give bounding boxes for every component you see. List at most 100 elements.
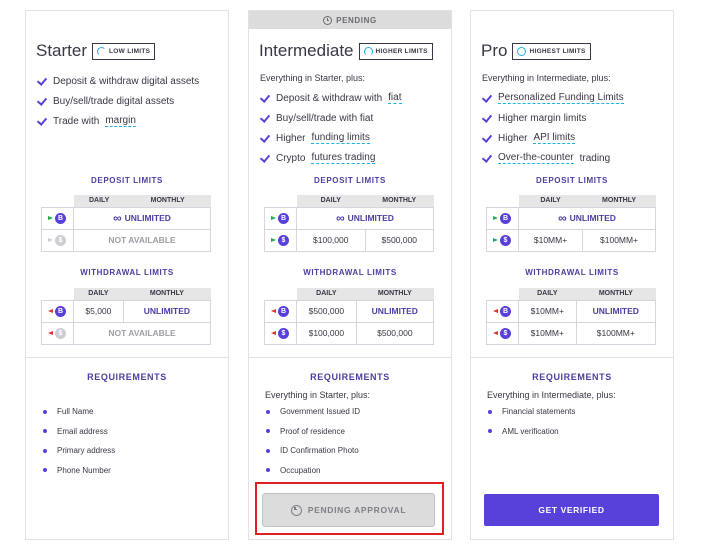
- bitcoin-icon: B: [270, 212, 291, 224]
- feature-item: Buy/sell/trade with fiat: [260, 108, 402, 128]
- table-row: $ $10MM+ $100MM+: [486, 228, 656, 252]
- deposit-limits-title: DEPOSIT LIMITS: [91, 176, 163, 185]
- requirements-intro: Everything in Starter, plus:: [265, 390, 371, 400]
- requirements-title: REQUIREMENTS: [87, 372, 167, 382]
- feature-link-api[interactable]: API limits: [533, 132, 576, 144]
- feature-item: Trade with margin: [37, 111, 199, 131]
- check-icon: [482, 113, 492, 123]
- check-icon: [482, 133, 492, 143]
- bitcoin-icon: B: [492, 305, 513, 317]
- tier-card-starter: Starter LOW LIMITS Deposit & withdraw di…: [25, 10, 229, 540]
- table-row: B ∞ UNLIMITED: [486, 206, 656, 230]
- deposit-limits-table: DAILY MONTHLY B ∞ UNLIMITED $ NOT AVAILABL…: [41, 195, 211, 252]
- requirements-list: Government Issued ID Proof of residence …: [266, 402, 360, 480]
- table-row: $ NOT AVAILABLE: [41, 228, 211, 252]
- feature-item: Deposit & withdraw digital assets: [37, 71, 199, 91]
- dollar-icon: $: [47, 327, 68, 339]
- table-row: $ NOT AVAILABLE: [41, 321, 211, 345]
- infinity-icon: ∞: [558, 211, 567, 225]
- check-icon: [37, 116, 47, 126]
- tier-card-pro: Pro HIGHEST LIMITS Everything in Interme…: [470, 10, 674, 540]
- withdrawal-limits-table: DAILY MONTHLY B $5,000 UNLIMITED $ NOT AV…: [41, 288, 212, 345]
- feature-link-funding-limits[interactable]: funding limits: [311, 132, 370, 144]
- table-row: B ∞ UNLIMITED: [264, 206, 434, 230]
- table-row: B $5,000 UNLIMITED: [41, 299, 212, 323]
- requirements-list: Full Name Email address Primary address …: [43, 402, 115, 480]
- feature-item: Deposit & withdraw with fiat: [260, 88, 402, 108]
- ring-icon: [97, 46, 107, 56]
- list-item: Email address: [43, 422, 115, 442]
- table-row: B ∞ UNLIMITED: [41, 206, 211, 230]
- check-icon: [260, 133, 270, 143]
- list-item: Full Name: [43, 402, 115, 422]
- clock-icon: [290, 504, 302, 516]
- badge-label: LOW LIMITS: [109, 47, 151, 55]
- list-item: Primary address: [43, 441, 115, 461]
- feature-item: Higher API limits: [482, 128, 624, 148]
- ring-icon: [363, 46, 373, 56]
- limits-badge: LOW LIMITS: [92, 42, 156, 60]
- requirements-panel: REQUIREMENTS Full Name Email address Pri…: [26, 357, 228, 539]
- list-item: Financial statements: [488, 402, 575, 422]
- list-item: Proof of residence: [266, 422, 360, 442]
- deposit-limits-title: DEPOSIT LIMITS: [314, 176, 386, 185]
- bitcoin-icon: B: [47, 212, 68, 224]
- limits-badge: HIGHEST LIMITS: [512, 42, 591, 60]
- tier-name: Intermediate: [259, 41, 354, 60]
- infinity-icon: ∞: [113, 211, 122, 225]
- deposit-limits-title: DEPOSIT LIMITS: [536, 176, 608, 185]
- requirements-title: REQUIREMENTS: [310, 372, 390, 382]
- check-icon: [260, 93, 270, 103]
- check-icon: [260, 153, 270, 163]
- table-row: $ $10MM+ $100MM+: [486, 321, 657, 345]
- feature-item: Higher margin limits: [482, 108, 624, 128]
- infinity-icon: ∞: [336, 211, 345, 225]
- list-item: AML verification: [488, 422, 575, 442]
- tier-card-intermediate: PENDING Intermediate HIGHER LIMITS Every…: [248, 10, 452, 540]
- table-row: $ $100,000 $500,000: [264, 321, 435, 345]
- withdrawal-limits-title: WITHDRAWAL LIMITS: [303, 268, 397, 277]
- dollar-icon: $: [270, 234, 291, 246]
- bitcoin-icon: B: [270, 305, 291, 317]
- feature-intro: Everything in Intermediate, plus:: [482, 73, 611, 83]
- list-item: Occupation: [266, 461, 360, 481]
- pending-approval-button[interactable]: PENDING APPROVAL: [262, 493, 435, 527]
- feature-item: Crypto futures trading: [260, 148, 402, 168]
- feature-link-margin[interactable]: margin: [105, 115, 136, 127]
- feature-list: Personalized Funding Limits Higher margi…: [482, 88, 624, 168]
- deposit-limits-table: DAILY MONTHLY B ∞ UNLIMITED $ $100,000 $50…: [264, 195, 434, 252]
- feature-link-funding[interactable]: Personalized Funding Limits: [498, 92, 624, 104]
- requirements-intro: Everything in Intermediate, plus:: [487, 390, 616, 400]
- tier-name: Pro: [481, 41, 508, 60]
- check-icon: [260, 113, 270, 123]
- badge-label: HIGHEST LIMITS: [529, 47, 586, 55]
- list-item: ID Confirmation Photo: [266, 441, 360, 461]
- requirements-list: Financial statements AML verification: [488, 402, 575, 441]
- table-row: B $10MM+ UNLIMITED: [486, 299, 657, 323]
- bitcoin-icon: B: [492, 212, 513, 224]
- table-row: B $500,000 UNLIMITED: [264, 299, 435, 323]
- withdrawal-limits-table: DAILY MONTHLY B $10MM+ UNLIMITED $ $10MM+…: [486, 288, 657, 345]
- feature-item: Over-the-counter trading: [482, 148, 624, 168]
- feature-list: Deposit & withdraw with fiat Buy/sell/tra…: [260, 88, 402, 168]
- limits-badge: HIGHER LIMITS: [358, 42, 433, 60]
- feature-item: Higher funding limits: [260, 128, 402, 148]
- check-icon: [37, 76, 47, 86]
- dollar-icon: $: [492, 234, 513, 246]
- bitcoin-icon: B: [47, 305, 68, 317]
- feature-link-fiat[interactable]: fiat: [388, 92, 402, 104]
- check-icon: [482, 93, 492, 103]
- withdrawal-limits-title: WITHDRAWAL LIMITS: [80, 268, 174, 277]
- feature-list: Deposit & withdraw digital assets Buy/se…: [37, 71, 199, 131]
- check-icon: [482, 153, 492, 163]
- dollar-icon: $: [47, 234, 68, 246]
- tier-name: Starter: [36, 41, 88, 60]
- get-verified-button[interactable]: GET VERIFIED: [484, 494, 659, 526]
- dollar-icon: $: [270, 327, 291, 339]
- feature-link-otc[interactable]: Over-the-counter: [498, 152, 574, 164]
- dollar-icon: $: [492, 327, 513, 339]
- feature-item: Personalized Funding Limits: [482, 88, 624, 108]
- feature-link-futures[interactable]: futures trading: [311, 152, 376, 164]
- requirements-title: REQUIREMENTS: [532, 372, 612, 382]
- check-icon: [37, 96, 47, 106]
